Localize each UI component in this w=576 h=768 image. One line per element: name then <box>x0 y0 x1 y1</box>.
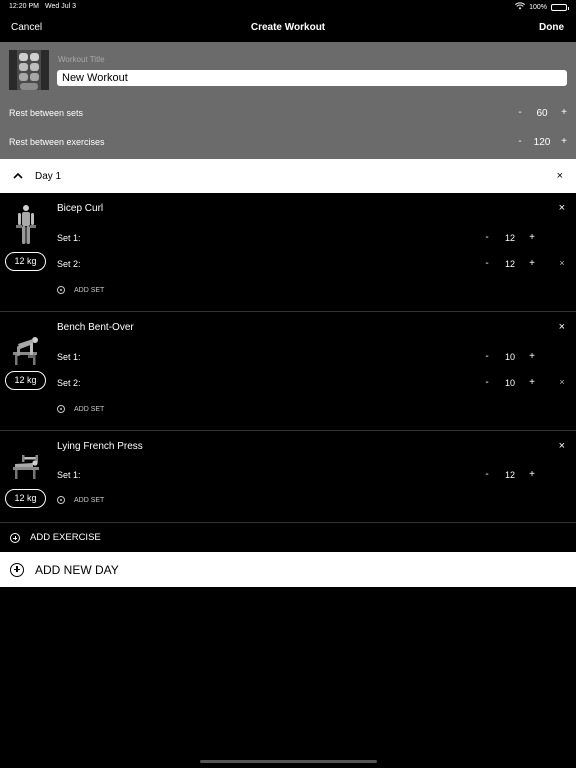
set-row: Set 2: - 12 + × <box>0 256 576 272</box>
day-title: Day 1 <box>35 171 62 182</box>
workout-title-input[interactable] <box>57 70 567 86</box>
add-exercise-button[interactable]: ADD EXERCISE <box>0 523 576 552</box>
reps-value: 10 <box>504 352 515 362</box>
reps-value: 12 <box>504 233 515 243</box>
home-indicator[interactable] <box>200 760 377 763</box>
rest-between-exercises-row: Rest between exercises - 120 + <box>0 133 576 153</box>
rest-sets-label: Rest between sets <box>9 108 84 118</box>
add-circle-icon <box>57 405 65 413</box>
add-circle-icon <box>57 286 65 294</box>
rest-between-sets-row: Rest between sets - 60 + <box>0 104 576 124</box>
rest-exercises-decrement-button[interactable]: - <box>516 136 524 147</box>
workout-title-label: Workout Title <box>58 55 105 64</box>
exercise-name: Lying French Press <box>57 441 143 452</box>
rest-exercises-label: Rest between exercises <box>9 137 105 147</box>
remove-set-button[interactable]: × <box>557 377 567 387</box>
battery-icon <box>551 3 569 11</box>
status-date: Wed Jul 3 <box>45 3 76 10</box>
rest-sets-increment-button[interactable]: + <box>560 107 568 118</box>
set-label: Set 1: <box>57 470 81 480</box>
plus-circle-icon <box>10 562 24 577</box>
plus-circle-icon <box>10 532 20 543</box>
add-set-label: ADD SET <box>74 286 105 294</box>
add-set-button[interactable]: ADD SET <box>57 494 104 506</box>
add-set-button[interactable]: ADD SET <box>57 403 104 415</box>
weight-button[interactable]: 12 kg <box>5 489 46 508</box>
reps-decrement-button[interactable]: - <box>483 469 491 480</box>
rest-exercises-value: 120 <box>533 137 551 148</box>
navigation-bar: Cancel Create Workout Done <box>0 14 576 42</box>
add-new-day-button[interactable]: ADD NEW DAY <box>0 552 576 587</box>
reps-increment-button[interactable]: + <box>528 469 536 480</box>
workout-settings-panel: Workout Title Rest between sets - 60 + R… <box>0 42 576 159</box>
status-bar: 12:20 PM Wed Jul 3 100% <box>0 0 576 14</box>
reps-value: 10 <box>504 378 515 388</box>
remove-exercise-button[interactable]: × <box>559 321 565 333</box>
reps-decrement-button[interactable]: - <box>483 258 491 269</box>
battery-percent: 100% <box>529 3 547 11</box>
status-indicators: 100% <box>515 2 569 12</box>
reps-value: 12 <box>504 259 515 269</box>
reps-increment-button[interactable]: + <box>528 377 536 388</box>
add-set-button[interactable]: ADD SET <box>57 284 104 296</box>
set-row: Set 1: - 12 + <box>0 230 576 246</box>
reps-increment-button[interactable]: + <box>528 258 536 269</box>
reps-decrement-button[interactable]: - <box>483 351 491 362</box>
wifi-icon <box>515 2 526 12</box>
reps-decrement-button[interactable]: - <box>483 377 491 388</box>
chevron-up-icon[interactable] <box>12 170 24 182</box>
remove-day-button[interactable]: × <box>557 170 563 182</box>
rest-sets-decrement-button[interactable]: - <box>516 107 524 118</box>
reps-decrement-button[interactable]: - <box>483 232 491 243</box>
set-row: Set 2: - 10 + × <box>0 375 576 391</box>
rest-exercises-increment-button[interactable]: + <box>560 136 568 147</box>
remove-exercise-button[interactable]: × <box>559 440 565 452</box>
exercise-card: 12 kg Lying French Press × Set 1: - 12 +… <box>0 431 576 523</box>
abs-muscle-image <box>9 50 49 90</box>
add-set-label: ADD SET <box>74 496 105 504</box>
day-header[interactable]: Day 1 × <box>0 159 576 193</box>
remove-set-button[interactable]: × <box>557 258 567 268</box>
set-label: Set 1: <box>57 352 81 362</box>
set-label: Set 2: <box>57 259 81 269</box>
add-circle-icon <box>57 496 65 504</box>
exercise-name: Bench Bent-Over <box>57 322 134 333</box>
add-new-day-label: ADD NEW DAY <box>35 562 119 577</box>
done-button[interactable]: Done <box>539 22 564 33</box>
set-label: Set 2: <box>57 378 81 388</box>
reps-increment-button[interactable]: + <box>528 232 536 243</box>
remove-exercise-button[interactable]: × <box>559 202 565 214</box>
reps-increment-button[interactable]: + <box>528 351 536 362</box>
exercise-name: Bicep Curl <box>57 203 104 214</box>
rest-sets-value: 60 <box>536 108 548 119</box>
set-row: Set 1: - 12 + <box>0 467 576 483</box>
add-set-label: ADD SET <box>74 405 105 413</box>
set-row: Set 1: - 10 + <box>0 349 576 365</box>
reps-value: 12 <box>504 470 515 480</box>
status-time: 12:20 PM <box>9 3 39 10</box>
add-exercise-label: ADD EXERCISE <box>30 532 101 543</box>
set-label: Set 1: <box>57 233 81 243</box>
exercise-card: 12 kg Bicep Curl × Set 1: - 12 + Set 2: … <box>0 193 576 312</box>
workout-image[interactable] <box>9 50 49 90</box>
page-title: Create Workout <box>250 22 326 33</box>
exercise-card: 12 kg Bench Bent-Over × Set 1: - 10 + Se… <box>0 312 576 431</box>
